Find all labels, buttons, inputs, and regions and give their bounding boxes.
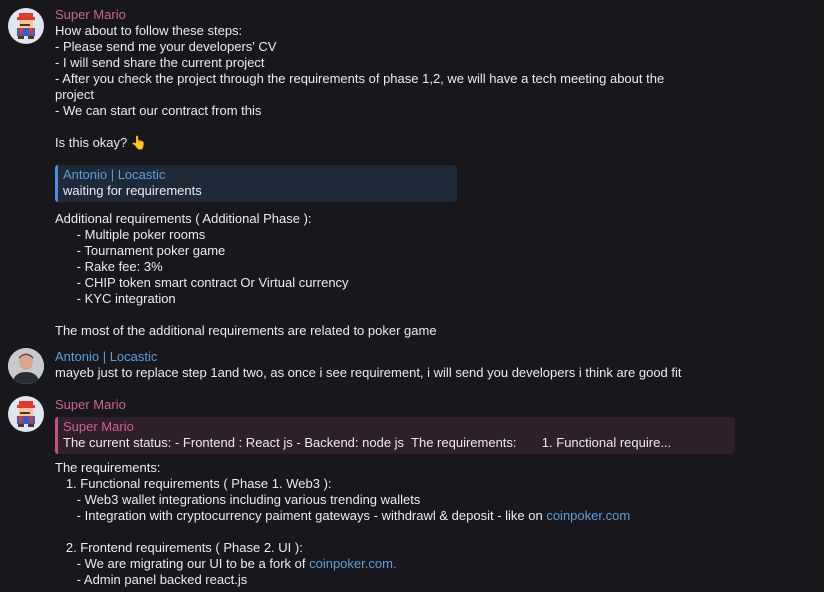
sender-name[interactable]: Super Mario bbox=[55, 7, 804, 23]
person-avatar-icon bbox=[8, 348, 44, 384]
message-content: Super Mario Super Mario The current stat… bbox=[55, 397, 804, 588]
message-line: - Please send me your developers' CV bbox=[55, 39, 277, 54]
avatar-super-mario[interactable] bbox=[8, 8, 44, 44]
coinpoker-link[interactable]: coinpoker.com bbox=[546, 508, 630, 523]
mario-avatar-icon bbox=[17, 401, 35, 427]
quote-sender: Super Mario bbox=[63, 419, 134, 434]
message-line: project bbox=[55, 87, 95, 102]
message-content: Antonio | Locastic mayeb just to replace… bbox=[55, 349, 804, 381]
coinpoker-link[interactable]: coinpoker.com. bbox=[309, 556, 396, 571]
sender-name[interactable]: Super Mario bbox=[55, 397, 804, 413]
message-line: Is this okay? 👆 bbox=[55, 135, 148, 150]
message-line: - Multiple poker rooms bbox=[55, 227, 206, 242]
message-line: - Admin panel backed react.js bbox=[55, 572, 248, 587]
line-text: - We are migrating our UI to be a fork o… bbox=[55, 556, 310, 571]
message-line: Additional requirements ( Additional Pha… bbox=[55, 211, 312, 226]
message-line: The requirements: bbox=[55, 460, 161, 475]
message-line: - Integration with cryptocurrency paimen… bbox=[55, 508, 804, 524]
mario-avatar-icon bbox=[17, 13, 35, 39]
message-content: Super Mario How about to follow these st… bbox=[55, 7, 804, 339]
sender-name[interactable]: Antonio | Locastic bbox=[55, 349, 804, 365]
message-line: - Rake fee: 3% bbox=[55, 259, 163, 274]
message-line: - We can start our contract from this bbox=[55, 103, 262, 118]
message-line: - Web3 wallet integrations including var… bbox=[55, 492, 421, 507]
avatar-antonio[interactable] bbox=[8, 348, 44, 384]
message-line: - After you check the project through th… bbox=[55, 71, 665, 86]
message-line: The most of the additional requirements … bbox=[55, 323, 437, 338]
message-line: - Tournament poker game bbox=[55, 243, 226, 258]
quote-sender: Antonio | Locastic bbox=[63, 167, 166, 182]
quote-text: The current status: - Frontend : React j… bbox=[63, 435, 672, 450]
line-text: - Integration with cryptocurrency paimen… bbox=[55, 508, 547, 523]
message-line: - KYC integration bbox=[55, 291, 176, 306]
avatar-super-mario[interactable] bbox=[8, 396, 44, 432]
message-line: 2. Frontend requirements ( Phase 2. UI )… bbox=[55, 540, 303, 555]
message-line: - We are migrating our UI to be a fork o… bbox=[55, 556, 804, 572]
message-line: - CHIP token smart contract Or Virtual c… bbox=[55, 275, 349, 290]
quote-text: waiting for requirements bbox=[63, 183, 202, 198]
message-line: 1. Functional requirements ( Phase 1. We… bbox=[55, 476, 332, 491]
message-text: mayeb just to replace step 1and two, as … bbox=[55, 365, 682, 380]
message-line: How about to follow these steps: bbox=[55, 23, 243, 38]
reply-quote[interactable]: Antonio | Locastic waiting for requireme… bbox=[55, 165, 457, 202]
message-line: - I will send share the current project bbox=[55, 55, 265, 70]
reply-quote[interactable]: Super Mario The current status: - Fronte… bbox=[55, 417, 735, 454]
